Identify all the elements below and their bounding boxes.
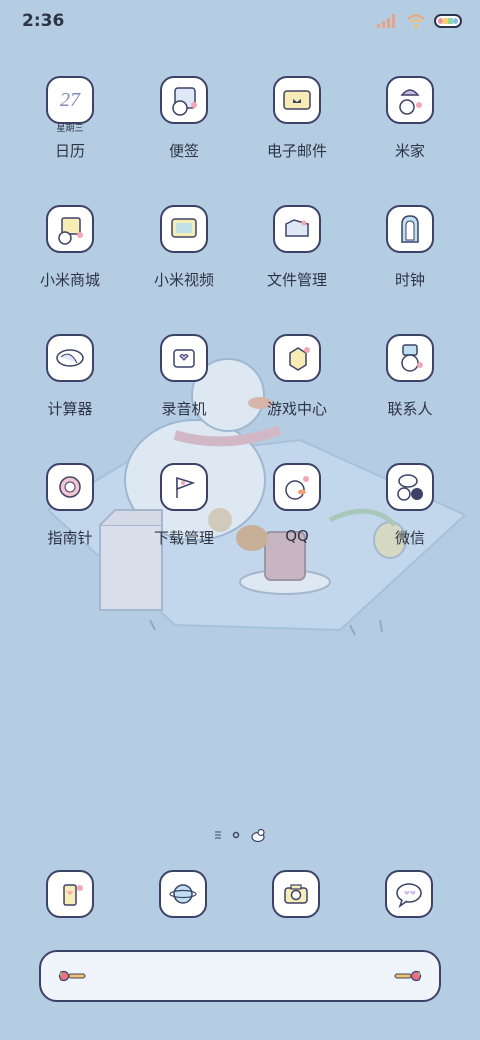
- clock-icon: [386, 205, 434, 253]
- status-bar: 2:36: [0, 0, 480, 44]
- calendar-date-number: 27: [60, 89, 80, 111]
- search-bar[interactable]: [39, 950, 441, 1002]
- email-icon: [273, 76, 321, 124]
- strawberry-icon: [394, 970, 422, 982]
- compass-icon: [46, 463, 94, 511]
- status-time: 2:36: [22, 11, 65, 31]
- mijia-icon: [386, 76, 434, 124]
- app-mi-video[interactable]: 小米视频: [124, 205, 244, 325]
- calendar-icon: 27 星期三: [46, 76, 94, 134]
- app-label: 文件管理: [266, 271, 327, 289]
- app-compass[interactable]: 指南针: [10, 463, 130, 583]
- app-label: 录音机: [161, 400, 207, 418]
- strawberry-icon: [58, 970, 86, 982]
- app-label: 日历: [54, 142, 85, 160]
- app-contacts[interactable]: 联系人: [350, 334, 470, 454]
- app-email[interactable]: 电子邮件: [237, 76, 357, 196]
- app-calendar[interactable]: 27 星期三 日历: [10, 76, 130, 196]
- app-calculator[interactable]: 计算器: [10, 334, 130, 454]
- app-label: 便签: [168, 142, 199, 160]
- wechat-icon: [386, 463, 434, 511]
- app-label: 微信: [394, 529, 425, 547]
- status-icons: [376, 12, 462, 30]
- duck-page-icon: [251, 828, 265, 842]
- dock-camera-icon[interactable]: [272, 870, 320, 918]
- app-mi-store[interactable]: 小米商城: [10, 205, 130, 325]
- dock-messages-icon[interactable]: [385, 870, 433, 918]
- app-wechat[interactable]: 微信: [350, 463, 470, 583]
- recorder-icon: [160, 334, 208, 382]
- app-file-manager[interactable]: 文件管理: [237, 205, 357, 325]
- app-label: 电子邮件: [266, 142, 327, 160]
- file-manager-icon: [273, 205, 321, 253]
- app-label: 下载管理: [153, 529, 214, 547]
- app-label: QQ: [285, 527, 309, 545]
- app-qq[interactable]: QQ: [237, 463, 357, 583]
- qq-icon: [273, 463, 321, 511]
- notes-icon: [160, 76, 208, 124]
- contacts-icon: [386, 334, 434, 382]
- dock-browser-icon[interactable]: [159, 870, 207, 918]
- dock-phone-icon[interactable]: [46, 870, 94, 918]
- app-recorder[interactable]: 录音机: [124, 334, 244, 454]
- app-label: 联系人: [387, 400, 433, 418]
- app-notes[interactable]: 便签: [124, 76, 244, 196]
- app-label: 小米视频: [153, 271, 214, 289]
- app-label: 指南针: [47, 529, 93, 547]
- menu-lines-icon: [215, 831, 221, 839]
- calculator-icon: [46, 334, 94, 382]
- app-label: 计算器: [47, 400, 93, 418]
- app-downloads[interactable]: 下载管理: [124, 463, 244, 583]
- mi-video-icon: [160, 205, 208, 253]
- downloads-icon: [160, 463, 208, 511]
- page-indicator[interactable]: [0, 826, 480, 844]
- game-center-icon: [273, 334, 321, 382]
- signal-icon: [377, 14, 395, 28]
- mi-store-icon: [46, 205, 94, 253]
- app-label: 时钟: [394, 271, 425, 289]
- app-label: 小米商城: [39, 271, 100, 289]
- app-mijia[interactable]: 米家: [350, 76, 470, 196]
- app-label: 米家: [394, 142, 425, 160]
- battery-icon: [434, 14, 462, 28]
- app-clock[interactable]: 时钟: [350, 205, 470, 325]
- app-label: 游戏中心: [266, 400, 327, 418]
- wifi-icon: [407, 14, 425, 28]
- page-dot-icon: [232, 831, 240, 839]
- calendar-weekday: 星期三: [56, 124, 84, 134]
- app-game-center[interactable]: 游戏中心: [237, 334, 357, 454]
